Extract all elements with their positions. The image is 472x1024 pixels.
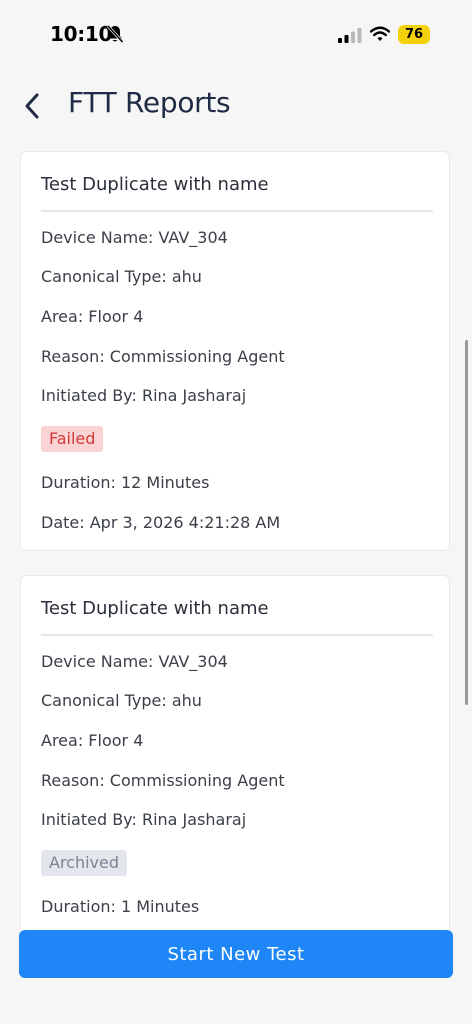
reason: Reason: Commissioning Agent	[41, 347, 285, 366]
page-title: FTT Reports	[68, 86, 231, 119]
header: FTT Reports	[0, 80, 472, 132]
cellular-signal-icon	[338, 28, 362, 43]
canonical-type: Canonical Type: ahu	[41, 267, 202, 286]
date: Date: Apr 3, 2026 4:21:28 AM	[41, 513, 281, 532]
chevron-left-icon	[25, 93, 39, 119]
area: Area: Floor 4	[41, 307, 144, 326]
initiated-by: Initiated By: Rina Jasharaj	[41, 386, 247, 405]
duration: Duration: 1 Minutes	[41, 897, 200, 916]
status-badge: Archived	[41, 850, 128, 876]
status-time: 10:10	[50, 22, 113, 46]
report-title: Test Duplicate with name	[41, 598, 269, 619]
report-list[interactable]: Test Duplicate with name Device Name: VA…	[0, 150, 472, 930]
status-badge: Failed	[41, 426, 104, 452]
report-card[interactable]: Test Duplicate with name Device Name: VA…	[20, 151, 450, 551]
card-divider	[41, 210, 433, 212]
battery-indicator: 76	[398, 25, 430, 44]
bell-off-icon	[106, 24, 124, 44]
initiated-by: Initiated By: Rina Jasharaj	[41, 810, 247, 829]
report-card[interactable]: Test Duplicate with name Device Name: VA…	[20, 575, 450, 930]
canonical-type: Canonical Type: ahu	[41, 691, 202, 710]
status-bar: 10:10 76	[0, 0, 472, 70]
report-title: Test Duplicate with name	[41, 174, 269, 195]
back-button[interactable]	[14, 86, 50, 126]
card-divider	[41, 634, 433, 636]
start-new-test-button[interactable]: Start New Test	[19, 930, 453, 978]
device-name: Device Name: VAV_304	[41, 652, 228, 671]
area: Area: Floor 4	[41, 731, 144, 750]
duration: Duration: 12 Minutes	[41, 473, 210, 492]
scrollbar[interactable]	[465, 340, 468, 705]
reason: Reason: Commissioning Agent	[41, 771, 285, 790]
wifi-icon	[370, 26, 390, 41]
device-name: Device Name: VAV_304	[41, 228, 228, 247]
